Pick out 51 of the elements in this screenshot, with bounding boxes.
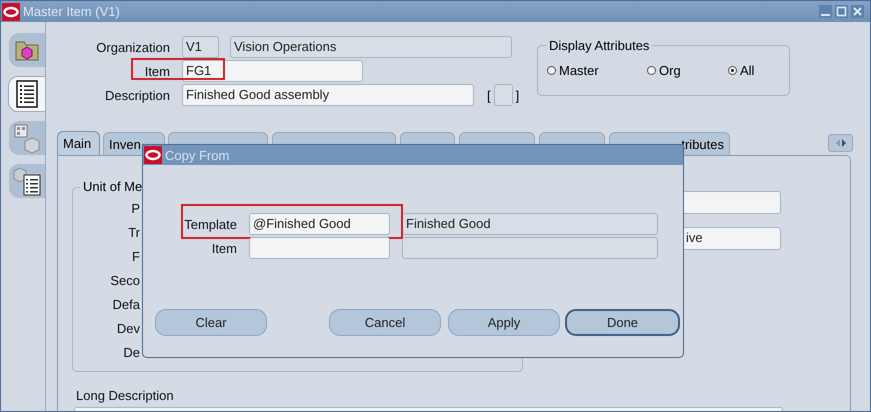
minimize-icon[interactable] [819, 5, 832, 18]
toolbar-tab[interactable] [9, 33, 45, 67]
field-label: Item [144, 64, 170, 78]
organization-code-field: V1 [182, 36, 219, 58]
folder-icon [15, 39, 39, 61]
field-label: Item [210, 240, 238, 256]
window-title: Master Item (V1) [23, 4, 121, 19]
radio-label[interactable]: Master [559, 63, 599, 78]
oracle-logo-icon [144, 146, 162, 164]
cancel-button[interactable]: Cancel [329, 309, 441, 336]
field-label: Organization [95, 40, 170, 54]
radio-label[interactable]: All [740, 63, 754, 78]
input-field[interactable] [249, 237, 390, 259]
close-icon[interactable] [851, 5, 864, 18]
building-cube-icon [13, 123, 41, 153]
toolbar-tab[interactable] [8, 76, 45, 112]
oracle-logo-icon [2, 2, 20, 20]
field-label: Tr [128, 224, 140, 242]
maximize-icon[interactable] [835, 5, 848, 18]
list-document-icon [16, 80, 38, 108]
toolbar-tab[interactable] [9, 164, 45, 198]
group-title: Display Attributes [546, 38, 652, 53]
field-label: Defa [112, 296, 140, 314]
clear-button[interactable]: Clear [155, 309, 267, 336]
organization-name-field: Vision Operations [230, 36, 512, 58]
field-label: Seco [110, 272, 140, 290]
field-label: F [132, 248, 140, 266]
bracket: [ [487, 88, 491, 102]
field-label: Long Description [76, 388, 174, 403]
input-field[interactable]: @Finished Good [249, 213, 390, 235]
tab-scroll-button[interactable] [828, 134, 853, 152]
field-label: Dev [116, 320, 140, 338]
description-field[interactable]: Finished Good assembly [182, 84, 474, 106]
done-button[interactable]: Done [565, 309, 680, 336]
field-label: P [131, 200, 140, 218]
bracket: ] [516, 88, 520, 102]
radio-label[interactable]: Org [659, 63, 681, 78]
cube-list-icon [12, 166, 42, 196]
radio-button[interactable] [647, 66, 656, 75]
tab[interactable]: Main [57, 131, 100, 155]
description-field: Finished Good [402, 213, 658, 235]
radio-button[interactable] [728, 66, 737, 75]
left-right-arrows-icon [836, 139, 846, 147]
dialog-title: Copy From [165, 148, 230, 162]
field-label: De [123, 344, 140, 362]
flexfield-box[interactable] [494, 84, 513, 106]
radio-button[interactable] [547, 66, 556, 75]
field-label: Template [183, 216, 238, 232]
apply-button[interactable]: Apply [448, 309, 560, 336]
field-label: Description [104, 88, 170, 102]
item-field[interactable]: FG1 [182, 60, 363, 82]
